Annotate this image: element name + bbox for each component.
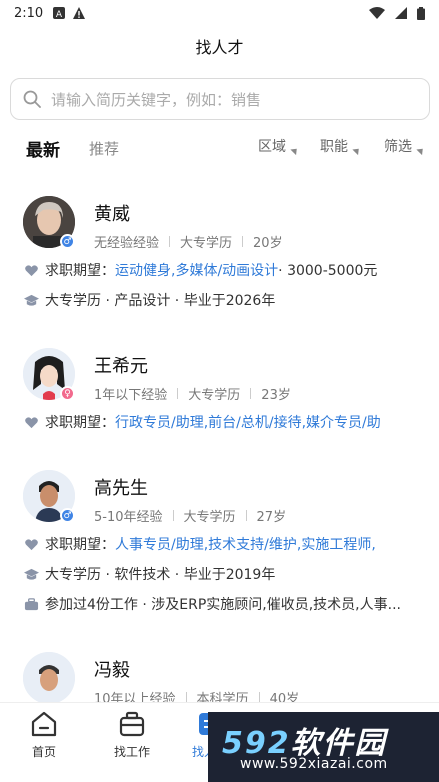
experience: 1年以下经验 [94,388,168,403]
graduation-cap-icon [24,294,39,306]
filter-more-label: 筛选 [384,139,412,155]
search-bar[interactable]: 请输入简历关键字，例如：销售 [10,78,430,120]
dropdown-triangle-icon [290,145,300,155]
heart-icon [25,416,38,428]
nav-find-job-label: 找工作 [113,745,150,759]
wifi-icon [369,7,385,19]
education: 大专学历 [180,236,233,251]
candidate-card[interactable]: ♂ 高先生 5-10年经验 大专学历 27岁 求职期望： 人事专员/助理,技术支… [0,464,439,624]
education-line: 大专学历 · 软件技术 · 毕业于2019年 [45,567,276,583]
tab-latest[interactable]: 最新 [26,136,60,161]
tab-recommended[interactable]: 推荐 [89,138,119,159]
warning-icon [73,7,86,19]
experience: 10年以上经验 [94,692,176,702]
notification-a-icon: A [53,7,66,19]
filter-function-label: 职能 [320,139,348,155]
status-time: 2:10 [14,5,44,21]
graduation-cap-icon [24,568,39,580]
female-icon: ♀ [60,386,75,401]
svg-text:A: A [56,10,63,19]
education: 大专学历 [188,388,241,403]
job-expectation: 求职期望： 行政专员/助理,前台/总机/接待,媒介专员/助 [24,412,424,432]
candidate-card[interactable]: ♂ 黄威 无经验经验 大专学历 20岁 求职期望： 运动健身,多媒体/动画设计 … [0,190,439,320]
candidate-card[interactable]: ♀ 王希元 1年以下经验 大专学历 23岁 求职期望： 行政专员/助理,前台/总… [0,342,439,442]
briefcase-icon [24,597,39,610]
home-icon [31,711,57,737]
filter-function[interactable]: 职能 [320,136,362,156]
job-expectation: 求职期望： 运动健身,多媒体/动画设计 · 3000-5000元 [24,260,424,280]
dropdown-triangle-icon [352,145,362,155]
candidate-meta: 5-10年经验 大专学历 27岁 [94,506,286,525]
status-bar: 2:10 A [0,0,439,26]
candidate-meta: 10年以上经验 本科学历 40岁 [94,688,299,702]
expected-jobs: 运动健身,多媒体/动画设计 [115,263,279,279]
signal-icon [395,7,407,19]
expected-jobs: 行政专员/助理,前台/总机/接待,媒介专员/助 [115,415,381,431]
job-expectation: 求职期望： 人事专员/助理,技术支持/维护,实施工程师, [24,534,424,554]
candidate-name: 王希元 [94,356,148,377]
age: 23岁 [261,388,291,403]
education-line: 大专学历 · 产品设计 · 毕业于2026年 [45,293,276,309]
candidate-meta: 1年以下经验 大专学历 23岁 [94,384,291,403]
expectation-label: 求职期望： [45,415,115,431]
expectation-label: 求职期望： [45,537,115,553]
filter-area-label: 区域 [258,139,286,155]
expected-jobs: 人事专员/助理,技术支持/维护,实施工程师, [115,537,376,553]
candidate-name: 高先生 [94,478,148,499]
dropdown-triangle-icon [416,145,426,155]
battery-icon [417,6,425,20]
age: 27岁 [256,510,287,525]
education: 大专学历 [183,510,236,525]
experience: 无经验经验 [94,236,160,251]
expectation-label: 求职期望： [45,263,115,279]
male-icon: ♂ [60,234,75,249]
search-icon [23,90,41,108]
experience: 5-10年经验 [94,510,163,525]
filter-more[interactable]: 筛选 [384,136,426,156]
candidate-name: 冯毅 [94,660,130,681]
candidate-card[interactable]: 冯毅 10年以上经验 本科学历 40岁 [0,646,439,702]
tab-bar: 最新 推荐 区域 职能 筛选 [0,130,439,164]
watermark-url: www.592xiazai.com [240,756,388,772]
education-info: 大专学历 · 产品设计 · 毕业于2026年 [24,290,424,310]
filter-area[interactable]: 区域 [258,136,300,156]
nav-home-label: 首页 [31,745,56,759]
education: 本科学历 [196,692,249,702]
age: 20岁 [253,236,283,251]
work-history: 参加过4份工作 · 涉及ERP实施顾问,催收员,技术员,人事... [24,594,424,614]
candidate-name: 黄威 [94,204,130,225]
male-icon: ♂ [60,508,75,523]
expected-salary: · 3000-5000元 [278,263,378,279]
page-title: 找人才 [195,38,244,57]
search-placeholder: 请输入简历关键字，例如：销售 [51,90,262,109]
briefcase-icon [119,711,145,737]
age: 40岁 [269,692,300,702]
avatar [23,652,75,702]
nav-home[interactable]: 首页 [14,709,74,760]
education-info: 大专学历 · 软件技术 · 毕业于2019年 [24,564,424,584]
nav-find-job[interactable]: 找工作 [102,709,162,760]
work-line: 参加过4份工作 · 涉及ERP实施顾问,催收员,技术员,人事... [45,597,401,613]
heart-icon [25,538,38,550]
heart-icon [25,264,38,276]
candidate-meta: 无经验经验 大专学历 20岁 [94,232,283,251]
